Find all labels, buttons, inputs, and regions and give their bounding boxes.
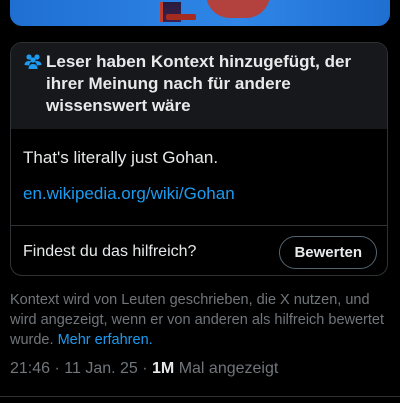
tweet-detail: Leser haben Kontext hinzugefügt, der ihr…	[0, 0, 400, 403]
tweet-meta: 21:46 · 11 Jan. 25 · 1M Mal angezeigt	[10, 360, 278, 378]
tweet-image[interactable]	[10, 0, 390, 26]
note-divider	[11, 225, 387, 226]
community-note-header: Leser haben Kontext hinzugefügt, der ihr…	[11, 43, 387, 129]
people-icon	[24, 54, 42, 69]
tweet-timestamp[interactable]: 21:46 · 11 Jan. 25 ·	[10, 360, 152, 377]
community-note-card[interactable]: Leser haben Kontext hinzugefügt, der ihr…	[10, 42, 388, 276]
community-note-title-text: Leser haben Kontext hinzugefügt, der ihr…	[46, 52, 352, 115]
image-shape	[206, 0, 270, 18]
community-note-body: That's literally just Gohan. en.wikipedi…	[11, 129, 387, 205]
learn-more-link[interactable]: Mehr erfahren.	[58, 332, 153, 348]
community-note-text: That's literally just Gohan.	[23, 148, 219, 167]
image-figure-foot	[166, 14, 196, 20]
view-count: 1M	[152, 360, 175, 377]
note-footnote: Kontext wird von Leuten geschrieben, die…	[10, 290, 390, 350]
source-link[interactable]: en.wikipedia.org/wiki/Gohan	[23, 183, 375, 205]
bottom-divider	[0, 396, 400, 397]
helpful-row: Findest du das hilfreich? Bewerten	[23, 235, 377, 269]
community-note-title: Leser haben Kontext hinzugefügt, der ihr…	[23, 51, 375, 117]
helpful-question: Findest du das hilfreich?	[23, 243, 197, 260]
rate-button[interactable]: Bewerten	[279, 235, 377, 269]
view-count-label: Mal angezeigt	[174, 360, 279, 377]
